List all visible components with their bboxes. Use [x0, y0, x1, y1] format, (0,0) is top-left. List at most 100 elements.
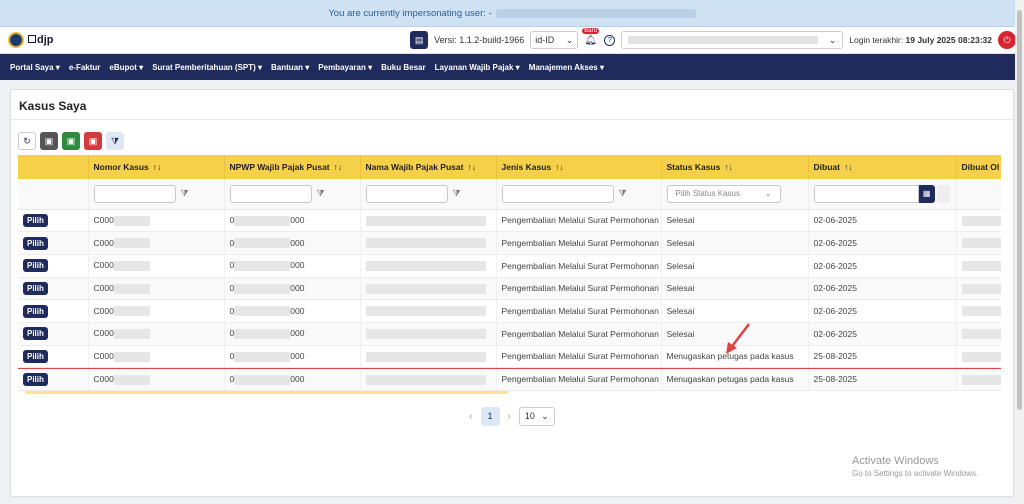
nomor-kasus-cell: C000: [88, 322, 225, 346]
sort-icon[interactable]: ↑↓: [467, 162, 476, 172]
sort-icon[interactable]: ↑↓: [334, 162, 343, 172]
table-row: Pilih C000 0 000 Pengembalian Melalui Surat …: [18, 231, 1001, 255]
dibuat-date-input[interactable]: [813, 184, 919, 203]
nav-item-label: Pembayaran: [318, 62, 366, 72]
nav-item-portal-saya[interactable]: Portal Saya ▾: [10, 63, 60, 72]
redacted-value: [961, 238, 1001, 249]
filter-icon[interactable]: ⧩: [181, 188, 189, 199]
status-filter-placeholder: Pilih Status Kasus: [675, 189, 740, 199]
jenis-kasus-cell: Pengembalian Melalui Surat Permohonan: [496, 322, 662, 346]
pilih-button[interactable]: Pilih: [23, 213, 48, 227]
redacted-value: [113, 238, 150, 249]
pagination: ‹ 1 › 10 ⌄: [18, 404, 1006, 428]
page-number[interactable]: 1: [480, 406, 500, 426]
prev-page-icon[interactable]: ‹: [469, 411, 472, 422]
column-header-jenis-kasus[interactable]: Jenis Kasus ↑↓: [496, 155, 662, 179]
nav-item-e-faktur[interactable]: e-Faktur: [69, 63, 101, 72]
nomor-kasus-cell: C000: [88, 254, 225, 278]
last-login: Login terakhir: 19 July 2025 08:23:32: [849, 35, 992, 45]
jenis-kasus-filter-input[interactable]: [501, 184, 614, 203]
nomor-kasus-filter-input[interactable]: [93, 184, 176, 203]
npwp-filter-input[interactable]: [229, 184, 312, 203]
redacted-value: [365, 261, 486, 272]
next-page-icon[interactable]: ›: [508, 411, 511, 422]
pilih-button[interactable]: Pilih: [23, 259, 48, 273]
help-icon[interactable]: ?: [604, 34, 616, 46]
nav-item-manajemen-akses[interactable]: Manajemen Akses ▾: [529, 63, 604, 72]
redacted-value: [961, 215, 1001, 226]
nav-item-buku-besar[interactable]: Buku Besar: [381, 63, 425, 72]
npwp-cell: 0 000: [224, 322, 361, 346]
jenis-kasus-cell: Pengembalian Melalui Surat Permohonan: [496, 367, 662, 391]
column-header-status-kasus[interactable]: Status Kasus ↑↓: [661, 155, 809, 179]
chevron-down-icon: ⌄: [764, 189, 772, 199]
redacted-value: [113, 351, 150, 362]
nav-item-bantuan[interactable]: Bantuan ▾: [271, 63, 309, 72]
redacted-value: [365, 306, 486, 317]
redacted-value: [234, 283, 291, 294]
status-filter-select[interactable]: Pilih Status Kasus ⌄: [666, 184, 781, 203]
nav-item-layanan-wajib-pajak[interactable]: Layanan Wajib Pajak ▾: [435, 63, 520, 72]
chevron-down-icon: ⌄: [565, 34, 574, 45]
notification-bell-icon[interactable]: 🔔︎ Baru: [582, 27, 599, 46]
npwp-cell: 0 000: [224, 231, 361, 255]
dibuat-oleh-cell: [956, 299, 1001, 323]
pilih-button[interactable]: Pilih: [23, 372, 48, 386]
redacted-value: [234, 329, 291, 340]
page-size-select[interactable]: 10 ⌄: [518, 406, 555, 426]
column-header-dibuat[interactable]: Dibuat ↑↓: [808, 155, 957, 179]
refresh-icon[interactable]: ↻: [18, 132, 36, 150]
page-scrollbar[interactable]: [1015, 0, 1024, 504]
caret-down-icon: ▾: [53, 62, 60, 72]
redacted-value: [113, 374, 150, 385]
filter-icon[interactable]: ⧩: [317, 188, 325, 199]
redacted-value: [234, 238, 291, 249]
pilih-button[interactable]: Pilih: [23, 236, 48, 250]
nav-item-ebupot[interactable]: eBupot ▾: [109, 63, 143, 72]
export-excel-icon[interactable]: ▣: [62, 132, 80, 150]
clear-date-icon[interactable]: [936, 184, 951, 203]
horizontal-scrollbar[interactable]: [25, 391, 508, 394]
redacted-value: [961, 261, 1001, 272]
column-header-nomor-kasus[interactable]: Nomor Kasus ↑↓: [88, 155, 225, 179]
caret-down-icon: ▾: [136, 62, 144, 72]
logo[interactable]: djp: [8, 32, 54, 48]
pilih-button[interactable]: Pilih: [23, 281, 48, 295]
pilih-button[interactable]: Pilih: [23, 304, 48, 318]
last-login-value: 19 July 2025 08:23:32: [905, 35, 992, 45]
column-header-npwp-wajib-pajak-pusat[interactable]: NPWP Wajib Pajak Pusat ↑↓: [224, 155, 361, 179]
sort-icon[interactable]: ↑↓: [724, 162, 733, 172]
redacted-value: [365, 215, 486, 226]
pilih-button[interactable]: Pilih: [23, 327, 48, 341]
account-select[interactable]: ⌄: [621, 31, 844, 49]
clear-filter-icon[interactable]: ⧩: [106, 132, 124, 150]
nav-item-label: Buku Besar: [381, 62, 426, 72]
calendar-icon[interactable]: ▦: [918, 184, 935, 203]
scrollbar-thumb[interactable]: [1017, 10, 1022, 410]
column-header-nama-wajib-pajak-pusat[interactable]: Nama Wajib Pajak Pusat ↑↓: [360, 155, 497, 179]
nav-item-surat-pemberitahuan-spt[interactable]: Surat Pemberitahuan (SPT) ▾: [152, 63, 262, 72]
filter-icon[interactable]: ⧩: [453, 188, 461, 199]
sort-icon[interactable]: ↑↓: [844, 162, 853, 172]
redacted-value: [365, 374, 486, 385]
pilih-button[interactable]: Pilih: [23, 349, 48, 363]
sort-icon[interactable]: ↑↓: [153, 162, 162, 172]
redacted-value: [234, 261, 291, 272]
chevron-down-icon: ⌄: [541, 410, 549, 421]
sort-icon[interactable]: ↑↓: [555, 162, 564, 172]
impersonation-text: You are currently impersonating user: -: [328, 7, 492, 19]
nama-filter-input[interactable]: [365, 184, 448, 203]
language-select[interactable]: id-ID ⌄: [530, 31, 579, 49]
clipboard-icon[interactable]: ▤: [410, 31, 429, 49]
export-document-icon[interactable]: ▣: [40, 132, 58, 150]
column-header-dibuat-ol[interactable]: Dibuat Ol: [956, 155, 1001, 179]
redacted-value: [234, 351, 291, 362]
status-kasus-cell: Selesai: [661, 231, 809, 255]
nav-item-pembayaran[interactable]: Pembayaran ▾: [318, 63, 372, 72]
logout-icon[interactable]: ⏻: [998, 31, 1016, 49]
table-row: Pilih C000 0 000 Pengembalian Melalui Surat …: [18, 277, 1001, 301]
npwp-cell: 0 000: [224, 254, 361, 278]
export-pdf-icon[interactable]: ▣: [84, 132, 102, 150]
filter-icon[interactable]: ⧩: [619, 188, 627, 199]
redacted-value: [113, 329, 150, 340]
